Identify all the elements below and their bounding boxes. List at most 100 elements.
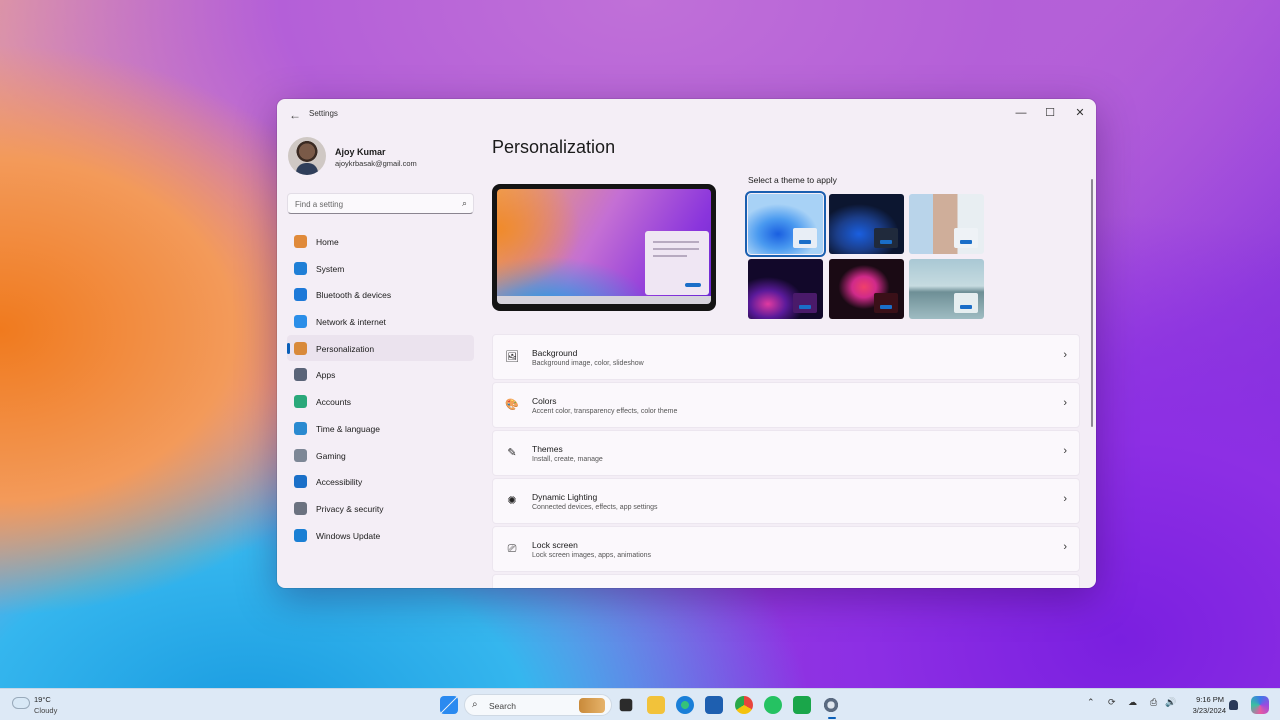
search-icon: ⌕ [472,699,478,710]
chevron-right-icon: › [1063,541,1067,553]
row-title: Background [532,348,578,358]
settings-row-themes[interactable]: ✎ Themes Install, create, manage › [492,430,1080,476]
show-hidden-icons-icon[interactable]: ⌃ [1087,697,1095,708]
search-icon[interactable]: ⌕ [462,198,467,209]
sidebar-item-home[interactable]: Home [287,228,474,255]
preview-wallpaper [497,189,711,301]
globe-icon [294,421,307,435]
notification-bell-icon[interactable] [1229,700,1238,710]
background-icon: 🖼 [505,351,519,363]
update-icon [294,528,307,542]
settings-row-background[interactable]: 🖼 Background Background image, color, slid… [492,334,1080,380]
sync-icon[interactable]: ⟳ [1108,697,1116,708]
settings-gear-icon[interactable] [822,696,840,714]
bluetooth-icon [294,288,307,302]
row-subtitle: Install, create, manage [532,456,603,463]
sidebar-item-accounts[interactable]: Accounts [287,388,474,415]
file-explorer-icon[interactable] [647,696,665,714]
minimize-button[interactable]: — [1007,102,1035,124]
sidebar-nav: Home System Bluetooth & devices Network & i… [287,228,474,548]
sidebar-item-accessibility[interactable]: Accessibility [287,468,474,495]
home-icon [294,235,307,248]
sidebar-item-label: Apps [316,370,336,381]
row-title: Lock screen [532,540,578,550]
row-title: Colors [532,396,557,406]
user-email: ajoykrbasak@gmail.com [335,159,417,168]
weather-condition[interactable]: Cloudy [34,706,57,715]
theme-flow[interactable] [909,259,984,319]
lock-screen-icon: ⎚ [507,543,517,555]
theme-windows-dark[interactable] [829,194,904,254]
theme-glow[interactable] [748,259,823,319]
themes-label: Select a theme to apply [748,175,837,185]
onedrive-icon[interactable]: ☁ [1128,697,1137,708]
search-input[interactable]: Find a setting ⌕ [287,193,474,214]
sidebar-item-label: Accessibility [316,477,363,488]
maximize-button[interactable]: ☐ [1036,102,1064,124]
page-title: Personalization [492,137,616,157]
edge-icon[interactable] [676,696,694,714]
themes-icon: ✎ [507,447,517,459]
taskbar: 19°C Cloudy ⌕ Search ⌃ ⟳ ☁ ⎙ 🔊 9:16 PM 3… [0,688,1280,720]
active-app-indicator [828,717,836,719]
settings-row-colors[interactable]: 🎨 Colors Accent color, transparency effect… [492,382,1080,428]
cloud-icon[interactable] [12,697,30,709]
sidebar-item-windows-update[interactable]: Windows Update [287,522,474,549]
sidebar-item-time-language[interactable]: Time & language [287,415,474,442]
sidebar-item-apps[interactable]: Apps [287,361,474,388]
theme-windows-light[interactable] [745,191,826,257]
row-subtitle: Background image, color, slideshow [532,360,644,367]
chevron-right-icon: › [1063,349,1067,361]
theme-preview [492,184,716,311]
wifi-icon [294,315,307,329]
camtasia-icon[interactable] [793,696,811,714]
network-icon[interactable]: ⎙ [1150,697,1157,708]
settings-row-partial[interactable] [492,574,1080,588]
sidebar-item-label: System [316,263,345,274]
theme-captured-motion[interactable] [829,259,904,319]
clock-date[interactable]: 3/23/2024 [1186,706,1226,715]
apps-icon [294,368,307,382]
colors-icon: 🎨 [505,399,519,411]
sidebar-item-label: Network & internet [316,317,386,328]
chevron-right-icon: › [1063,397,1067,409]
sidebar-item-label: Personalization [316,343,375,354]
accessibility-icon [294,475,307,489]
sidebar-item-gaming[interactable]: Gaming [287,442,474,469]
volume-icon[interactable]: 🔊 [1165,697,1176,708]
row-subtitle: Connected devices, effects, app settings [532,504,658,511]
settings-row-dynamic-lighting[interactable]: ✺ Dynamic Lighting Connected devices, effe… [492,478,1080,524]
search-placeholder: Find a setting [295,200,344,209]
title-bar: ← Settings — ☐ ✕ [277,99,1096,131]
row-subtitle: Lock screen images, apps, animations [532,552,652,559]
theme-spotlight[interactable] [909,194,984,254]
sidebar-item-label: Time & language [316,423,380,434]
settings-window: ← Settings — ☐ ✕ Ajoy Kumar ajoykrbasak@… [277,99,1096,588]
task-view-icon[interactable] [619,698,633,712]
sidebar-item-personalization[interactable]: Personalization [287,334,474,362]
clock-time[interactable]: 9:16 PM [1196,695,1224,704]
copilot-icon[interactable] [1251,696,1269,714]
weather-temperature[interactable]: 19°C [34,695,51,704]
chevron-right-icon: › [1063,445,1067,457]
taskbar-search-label: Search [489,701,516,711]
sidebar-item-bluetooth-devices[interactable]: Bluetooth & devices [287,281,474,308]
start-icon[interactable] [440,696,458,714]
settings-row-lock-screen[interactable]: ⎚ Lock screen Lock screen images, apps, an… [492,526,1080,572]
taskbar-search[interactable]: ⌕ Search [464,694,612,716]
sidebar-item-label: Accounts [316,397,351,408]
sidebar-item-system[interactable]: System [287,255,474,282]
store-icon[interactable] [705,696,723,714]
back-arrow-icon[interactable]: ← [287,107,303,123]
shield-icon [294,501,307,515]
accounts-icon [294,395,307,409]
scrollbar[interactable] [1091,179,1093,427]
close-button[interactable]: ✕ [1066,102,1094,124]
sidebar-item-network-internet[interactable]: Network & internet [287,308,474,335]
whatsapp-icon[interactable] [764,696,782,714]
sidebar-item-label: Windows Update [316,530,381,541]
sidebar-item-privacy-security[interactable]: Privacy & security [287,495,474,522]
chrome-icon[interactable] [735,696,753,714]
avatar[interactable] [288,137,326,175]
system-icon [294,261,307,275]
